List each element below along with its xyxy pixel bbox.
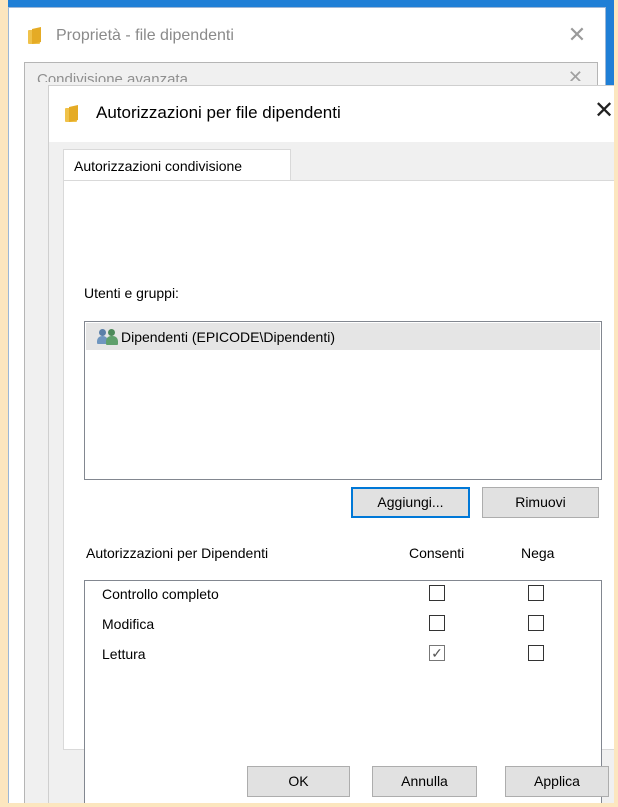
tab-panel: Utenti e gruppi: Dipendenti (EPICODE\Dip…: [63, 180, 618, 804]
user-name: Dipendenti (EPICODE\Dipendenti): [121, 328, 335, 345]
properties-titlebar: Proprietà - file dipendenti: [9, 8, 605, 63]
tab-share-permissions[interactable]: Autorizzazioni condivisione: [63, 149, 291, 181]
close-icon[interactable]: ✕: [567, 24, 587, 46]
dialog-title: Autorizzazioni per file dipendenti: [96, 103, 341, 122]
users-list[interactable]: Dipendenti (EPICODE\Dipendenti): [84, 321, 602, 480]
permission-name: Modifica: [102, 616, 155, 632]
list-item[interactable]: Dipendenti (EPICODE\Dipendenti): [86, 323, 600, 350]
page-frame: [0, 0, 8, 807]
users-group-icon: [97, 328, 119, 346]
apply-button[interactable]: Applica: [505, 766, 609, 797]
deny-column-header: Nega: [521, 545, 555, 561]
dialog-titlebar: Autorizzazioni per file dipendenti ✕: [49, 86, 618, 142]
permissions-dialog: Autorizzazioni per file dipendenti ✕ Aut…: [48, 85, 618, 807]
allow-column-header: Consenti: [409, 545, 465, 561]
advanced-sharing-title: Condivisione avanzata: [37, 71, 188, 82]
add-button[interactable]: Aggiungi...: [351, 487, 470, 518]
deny-checkbox[interactable]: [528, 615, 544, 631]
allow-checkbox[interactable]: [429, 585, 445, 601]
permission-row-full-control: Controllo completo: [85, 581, 603, 611]
allow-checkbox[interactable]: ✓: [429, 645, 445, 661]
close-icon[interactable]: ✕: [568, 67, 583, 81]
properties-title: Proprietà - file dipendenti: [56, 26, 234, 44]
page-frame: [0, 803, 618, 807]
permission-row-read: Lettura ✓: [85, 641, 603, 671]
page-frame: [614, 0, 618, 807]
deny-checkbox[interactable]: [528, 645, 544, 661]
folder-icon: [26, 27, 42, 45]
ok-button[interactable]: OK: [247, 766, 350, 797]
permission-row-modify: Modifica: [85, 611, 603, 641]
permission-name: Controllo completo: [102, 586, 219, 602]
folder-icon: [63, 105, 79, 123]
permission-name: Lettura: [102, 646, 146, 662]
allow-checkbox[interactable]: [429, 615, 445, 631]
remove-button[interactable]: Rimuovi: [482, 487, 599, 518]
cancel-button[interactable]: Annulla: [372, 766, 477, 797]
permissions-header: Autorizzazioni per Dipendenti: [86, 545, 269, 561]
users-label: Utenti e gruppi:: [84, 285, 179, 301]
deny-checkbox[interactable]: [528, 585, 544, 601]
